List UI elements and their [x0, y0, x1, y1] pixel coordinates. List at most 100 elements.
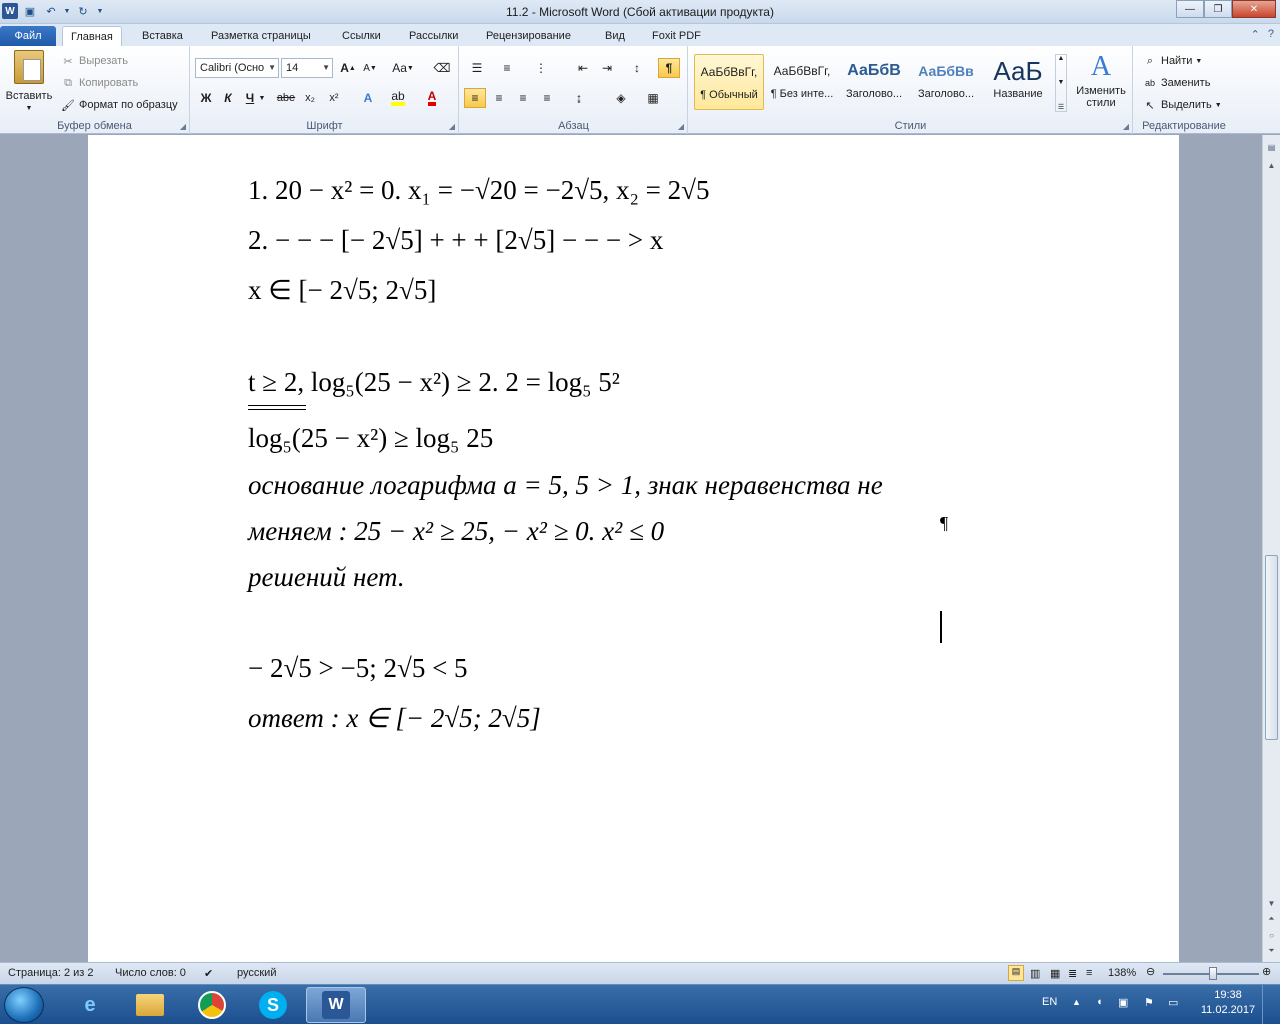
format-painter-button[interactable]: 🖌 Формат по образцу [60, 97, 178, 113]
word-count[interactable]: Число слов: 0 [115, 967, 186, 979]
zoom-in-icon[interactable]: ⊕ [1262, 965, 1271, 978]
align-center-icon[interactable]: ≡ [488, 88, 510, 108]
draft-icon[interactable]: ≡ [1086, 967, 1092, 979]
clear-formatting-icon[interactable]: ⌫ [431, 58, 453, 78]
document-page[interactable]: 1. 20 − x² = 0. x₁ = −√20 = −2√5, x₂ = 2… [88, 135, 1179, 962]
paste-button[interactable]: Вставить ▼ [4, 50, 54, 112]
full-screen-reading-icon[interactable]: ▥ [1030, 967, 1040, 980]
dialog-launcher-icon[interactable]: ◢ [180, 122, 186, 131]
vertical-scrollbar[interactable]: ▤ ▲ ▼ ⏶ ○ ⏷ [1262, 135, 1280, 962]
sort-icon[interactable]: ↕ [626, 58, 648, 78]
action-center-icon[interactable]: ⚑ [1144, 996, 1154, 1009]
strikethrough-button[interactable]: abe [275, 88, 297, 108]
find-button[interactable]: ⌕ Найти ▼ [1142, 53, 1202, 69]
tab-review[interactable]: Рецензирование [478, 26, 579, 46]
tab-view[interactable]: Вид [597, 26, 633, 46]
copy-button[interactable]: ⧉ Копировать [60, 75, 138, 91]
language-indicator[interactable]: русский [237, 967, 276, 979]
ruler-toggle-icon[interactable]: ▤ [1263, 139, 1280, 155]
align-right-icon[interactable]: ≡ [512, 88, 534, 108]
tab-file[interactable]: Файл [0, 26, 56, 46]
select-button[interactable]: ↖ Выделить ▼ [1142, 97, 1221, 113]
style-normal[interactable]: АаБбВвГг, ¶ Обычный [694, 54, 764, 110]
font-name-select[interactable]: Calibri (Осно ▼ [195, 58, 279, 78]
borders-icon[interactable]: ▦ [642, 88, 664, 108]
zoom-slider-thumb[interactable] [1209, 967, 1217, 980]
bold-button[interactable]: Ж [195, 88, 217, 108]
shrink-font-button[interactable]: A ▼ [359, 58, 381, 78]
style-no-spacing[interactable]: АаБбВвГг, ¶ Без инте... [767, 54, 837, 110]
tab-insert[interactable]: Вставка [134, 26, 191, 46]
numbering-icon[interactable]: ≡ [496, 58, 518, 78]
word-taskbar-icon[interactable]: W [306, 987, 366, 1023]
close-button[interactable]: ✕ [1232, 0, 1276, 18]
grow-font-button[interactable]: A ▲ [337, 58, 359, 78]
font-size-select[interactable]: 14 ▼ [281, 58, 333, 78]
start-button[interactable] [4, 987, 44, 1023]
scroll-thumb[interactable] [1265, 555, 1278, 740]
show-desktop-button[interactable] [1262, 985, 1278, 1024]
chrome-icon[interactable] [184, 987, 240, 1023]
spellcheck-icon[interactable]: ✔ [204, 967, 213, 980]
help-icon[interactable]: ? [1268, 28, 1274, 41]
tab-home[interactable]: Главная [62, 26, 122, 46]
tab-mailings[interactable]: Рассылки [401, 26, 466, 46]
internet-explorer-icon[interactable]: e [62, 987, 118, 1023]
styles-gallery-scroll[interactable]: ▲ ▼ ☰ [1055, 54, 1067, 112]
file-explorer-icon[interactable] [122, 987, 178, 1023]
italic-button[interactable]: К [217, 88, 239, 108]
tab-foxit[interactable]: Foxit PDF [644, 26, 709, 46]
tab-layout[interactable]: Разметка страницы [203, 26, 319, 46]
print-layout-icon[interactable]: ▤ [1008, 965, 1024, 981]
underline-dropdown-icon[interactable]: ▼ [257, 88, 267, 108]
multilevel-list-icon[interactable]: ⋮ [530, 58, 552, 78]
justify-icon[interactable]: ≡ [536, 88, 558, 108]
replace-button[interactable]: ab Заменить [1142, 75, 1210, 91]
style-title[interactable]: АаБ Название [983, 54, 1053, 110]
more-icon[interactable]: ☰ [1058, 103, 1064, 111]
next-page-icon[interactable]: ⏷ [1263, 943, 1280, 959]
superscript-button[interactable]: x² [323, 88, 345, 108]
shading-icon[interactable]: ◈ [610, 88, 632, 108]
dialog-launcher-icon[interactable]: ◢ [1123, 122, 1129, 131]
text-effects-icon[interactable]: A [357, 88, 379, 108]
minimize-ribbon-icon[interactable]: ⌃ [1251, 28, 1260, 41]
style-heading-1[interactable]: АаБбВ Заголово... [839, 54, 909, 110]
dialog-launcher-icon[interactable]: ◢ [449, 122, 455, 131]
previous-page-icon[interactable]: ⏶ [1263, 911, 1280, 927]
input-language[interactable]: EN [1042, 996, 1057, 1008]
minimize-button[interactable]: — [1176, 0, 1204, 18]
zoom-level[interactable]: 138% [1108, 967, 1136, 979]
align-left-icon[interactable]: ≡ [464, 88, 486, 108]
dialog-launcher-icon[interactable]: ◢ [678, 122, 684, 131]
line-spacing-icon[interactable]: ↨ [568, 88, 590, 108]
scroll-up-icon[interactable]: ▲ [1263, 157, 1280, 173]
zoom-out-icon[interactable]: ⊖ [1146, 965, 1155, 978]
change-styles-button[interactable]: A Изменить стили [1071, 52, 1131, 110]
bullets-icon[interactable]: ☰ [466, 58, 488, 78]
change-case-button[interactable]: Aa ▼ [389, 58, 417, 78]
chevron-up-icon[interactable]: ▲ [1058, 55, 1065, 62]
browse-object-icon[interactable]: ○ [1263, 927, 1280, 943]
skype-icon[interactable]: S [245, 987, 301, 1023]
highlight-icon[interactable]: ab [387, 88, 409, 108]
show-marks-button[interactable]: ¶ [658, 58, 680, 78]
style-heading-2[interactable]: АаБбВв Заголово... [911, 54, 981, 110]
restore-button[interactable]: ❐ [1204, 0, 1232, 18]
volume-icon[interactable]: ◖ [1096, 996, 1103, 1008]
clock[interactable]: 19:38 11.02.2017 [1200, 989, 1256, 1016]
tab-references[interactable]: Ссылки [334, 26, 389, 46]
page-count[interactable]: Страница: 2 из 2 [8, 967, 94, 979]
outline-icon[interactable]: ≣ [1068, 967, 1077, 980]
increase-indent-icon[interactable]: ⇥ [596, 58, 618, 78]
scroll-down-icon[interactable]: ▼ [1263, 895, 1280, 911]
web-layout-icon[interactable]: ▦ [1050, 967, 1060, 980]
power-icon[interactable]: ▭ [1168, 996, 1178, 1009]
decrease-indent-icon[interactable]: ⇤ [572, 58, 594, 78]
font-color-icon[interactable]: A [421, 88, 443, 108]
subscript-button[interactable]: x₂ [299, 88, 321, 108]
chevron-down-icon[interactable]: ▼ [1058, 79, 1065, 86]
tray-expand-icon[interactable]: ▲ [1072, 997, 1081, 1007]
cut-button[interactable]: ✂ Вырезать [60, 53, 128, 69]
network-icon[interactable]: ▣ [1118, 996, 1128, 1009]
